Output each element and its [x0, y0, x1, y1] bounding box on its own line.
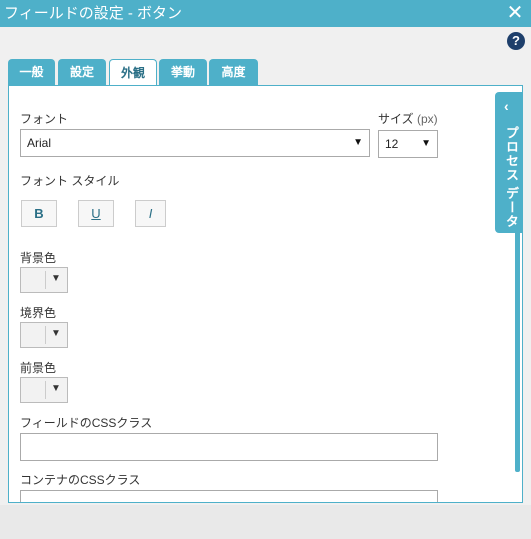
italic-button[interactable]: I: [135, 200, 166, 227]
foreground-color-label: 前景色: [20, 361, 57, 375]
container-css-input[interactable]: [20, 490, 438, 502]
process-data-side-tab[interactable]: ‹ プロセス データ: [495, 92, 523, 233]
underline-button[interactable]: U: [78, 200, 114, 227]
dropdown-arrow-icon: ▼: [421, 138, 431, 149]
tab-general[interactable]: 一般: [8, 59, 55, 85]
close-icon[interactable]: ✕: [505, 3, 525, 23]
font-select[interactable]: Arial ▼: [20, 129, 370, 157]
help-icon[interactable]: ?: [507, 32, 525, 50]
chevron-left-icon: ‹: [504, 98, 509, 114]
title-bar: フィールドの設定 - ボタン: [0, 0, 531, 27]
foreground-color-picker[interactable]: ▼: [20, 377, 68, 403]
size-select[interactable]: 12 ▼: [378, 130, 438, 158]
tab-advanced[interactable]: 高度: [209, 59, 258, 85]
picker-divider: [45, 271, 46, 289]
field-css-label: フィールドのCSSクラス: [20, 416, 153, 430]
picker-divider: [45, 381, 46, 399]
dropdown-arrow-icon: ▼: [51, 328, 61, 339]
process-data-label: プロセス データ: [504, 126, 519, 229]
picker-divider: [45, 326, 46, 344]
size-select-value: 12: [385, 137, 399, 151]
font-select-value: Arial: [27, 136, 52, 150]
size-label-text: サイズ: [378, 112, 414, 126]
field-css-input[interactable]: [20, 433, 438, 461]
tab-behavior[interactable]: 挙動: [159, 59, 207, 85]
dialog-footer: [0, 505, 531, 539]
border-color-picker[interactable]: ▼: [20, 322, 68, 348]
tab-settings[interactable]: 設定: [58, 59, 106, 85]
background-color-picker[interactable]: ▼: [20, 267, 68, 293]
size-label: サイズ (px): [378, 110, 438, 127]
container-css-label: コンテナのCSSクラス: [20, 473, 141, 487]
dropdown-arrow-icon: ▼: [51, 383, 61, 394]
dropdown-arrow-icon: ▼: [51, 273, 61, 284]
background-color-label: 背景色: [20, 251, 57, 265]
border-color-label: 境界色: [20, 306, 57, 320]
font-style-label: フォント スタイル: [20, 174, 120, 188]
appearance-panel: フォント Arial ▼ サイズ (px) 12 ▼ フォント スタイル B U…: [8, 85, 523, 503]
size-unit: (px): [416, 112, 438, 126]
bold-button[interactable]: B: [21, 200, 57, 227]
tab-appearance[interactable]: 外観: [109, 59, 157, 86]
window-title: フィールドの設定 - ボタン: [4, 5, 183, 22]
font-label: フォント: [20, 112, 69, 126]
dropdown-arrow-icon: ▼: [353, 137, 363, 148]
